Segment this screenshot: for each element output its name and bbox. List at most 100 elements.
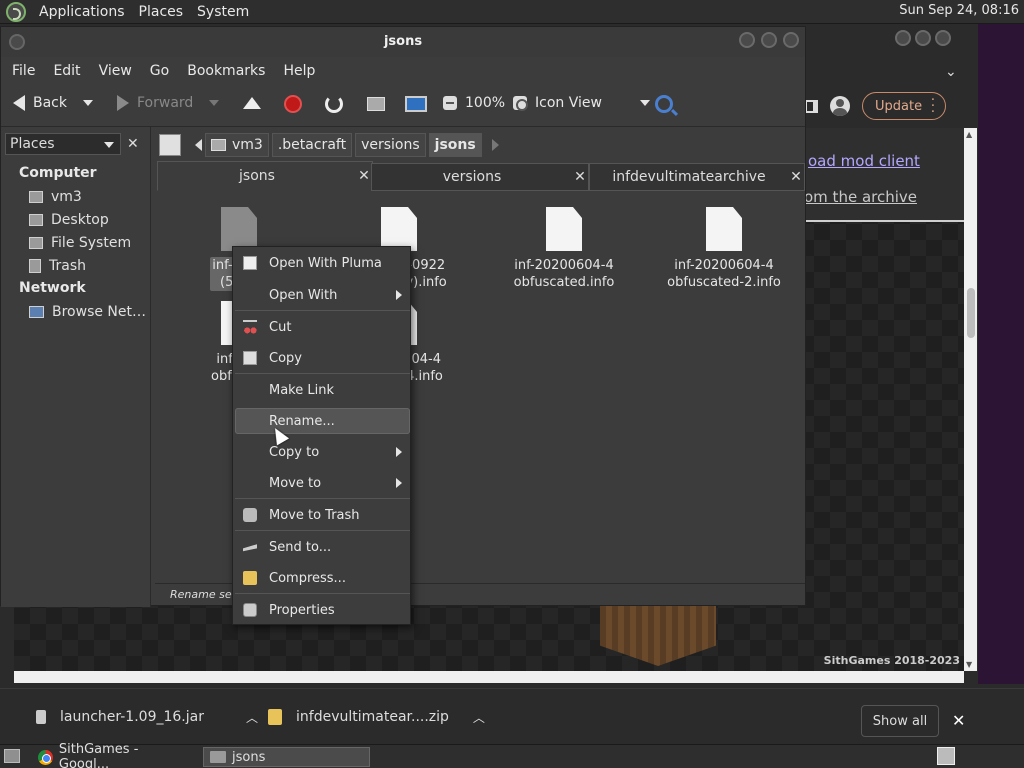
file-item[interactable]: inf-20200604-4 obfuscated.info xyxy=(494,207,634,291)
sidebar-item-label: Browse Net… xyxy=(52,304,147,320)
update-button[interactable]: Update · · · xyxy=(862,92,946,120)
close-icon[interactable]: ✕ xyxy=(572,169,588,185)
sidebar-item-label: File System xyxy=(51,235,132,251)
toolbar: Back Forward 100% Icon View xyxy=(1,85,805,127)
zoom-level: 100% xyxy=(465,95,506,111)
menu-item-make-link[interactable]: Make Link xyxy=(235,377,410,403)
sidebar: Places ✕ Computer vm3 Desktop File Syste… xyxy=(1,127,151,607)
chevron-up-icon[interactable]: ︿ xyxy=(246,709,258,726)
file-icon xyxy=(221,207,257,251)
view-mode-select[interactable]: Icon View xyxy=(535,95,650,111)
menu-item-label: Move to Trash xyxy=(269,507,360,523)
computer-button[interactable] xyxy=(405,96,427,112)
sidebar-item-trash[interactable]: Trash xyxy=(29,256,86,276)
close-button[interactable] xyxy=(783,32,799,48)
breadcrumb-left-arrow-icon[interactable] xyxy=(195,139,202,151)
menu-item-compress[interactable]: Compress... xyxy=(235,565,410,591)
back-button[interactable]: Back xyxy=(13,95,93,111)
side-panel-icon[interactable] xyxy=(805,99,818,113)
breadcrumb-vm3[interactable]: vm3 xyxy=(205,133,269,157)
close-icon[interactable]: ✕ xyxy=(788,169,804,185)
minimize-button[interactable] xyxy=(739,32,755,48)
zoom-out-icon[interactable] xyxy=(443,96,457,110)
close-icon[interactable]: ✕ xyxy=(127,136,139,152)
menu-places[interactable]: Places xyxy=(132,4,191,20)
chevron-up-icon[interactable]: ︿ xyxy=(473,709,485,726)
workspace-switcher-icon[interactable] xyxy=(937,747,955,765)
horizontal-scrollbar[interactable] xyxy=(14,671,964,683)
vertical-scrollbar[interactable]: ▲ ▼ xyxy=(964,128,977,671)
forward-history-dropdown-icon[interactable] xyxy=(209,100,220,106)
taskbar-item-file-manager[interactable]: jsons xyxy=(203,747,370,767)
sidebar-item-desktop[interactable]: Desktop xyxy=(29,210,109,230)
taskbar-item-browser[interactable]: SithGames - Googl... xyxy=(32,742,198,768)
menu-item-open-with-pluma[interactable]: Open With Pluma xyxy=(235,250,410,276)
menu-item-copy[interactable]: Copy xyxy=(235,345,410,371)
maximize-button[interactable] xyxy=(761,32,777,48)
sidebar-item-label: vm3 xyxy=(51,189,82,205)
zoom-controls: 100% xyxy=(443,95,529,111)
close-icon[interactable]: ✕ xyxy=(952,711,965,730)
close-icon[interactable]: ✕ xyxy=(356,168,372,184)
tab-versions[interactable]: versions ✕ xyxy=(371,163,589,191)
menu-system[interactable]: System xyxy=(190,4,256,20)
breadcrumb-right-arrow-icon[interactable] xyxy=(491,139,499,151)
menu-applications[interactable]: Applications xyxy=(32,4,132,20)
window-controls xyxy=(739,32,799,48)
download-item[interactable]: launcher-1.09_16.jar ︿ xyxy=(36,689,258,745)
search-button[interactable] xyxy=(655,95,673,113)
menu-item-send-to[interactable]: Send to... xyxy=(235,534,410,560)
menu-item-copy-to[interactable]: Copy to xyxy=(235,439,410,465)
menu-item-properties[interactable]: Properties xyxy=(235,597,410,623)
menu-go[interactable]: Go xyxy=(143,63,176,79)
menu-item-cut[interactable]: Cut xyxy=(235,314,410,340)
menu-view[interactable]: View xyxy=(92,63,139,79)
minimize-button[interactable] xyxy=(895,30,911,46)
show-desktop-icon[interactable] xyxy=(4,749,20,763)
sidebar-item-browse-network[interactable]: Browse Net… xyxy=(29,302,146,322)
tab-jsons[interactable]: jsons ✕ xyxy=(157,161,373,191)
back-history-dropdown-icon[interactable] xyxy=(83,100,93,106)
home-button[interactable] xyxy=(367,97,385,111)
menu-item-open-with[interactable]: Open With xyxy=(235,282,410,308)
profile-icon[interactable] xyxy=(830,96,850,116)
sidebar-item-file-system[interactable]: File System xyxy=(29,233,131,253)
menu-bookmarks[interactable]: Bookmarks xyxy=(180,63,272,79)
edit-location-icon[interactable] xyxy=(159,134,181,156)
download-mod-link[interactable]: oad mod client xyxy=(808,152,920,170)
menu-edit[interactable]: Edit xyxy=(46,63,87,79)
clock[interactable]: Sun Sep 24, 08:16 xyxy=(899,3,1019,18)
close-button[interactable] xyxy=(935,30,951,46)
sidebar-select[interactable]: Places xyxy=(5,133,121,155)
title-bar[interactable]: jsons xyxy=(1,27,805,57)
maximize-button[interactable] xyxy=(915,30,931,46)
sidebar-item-vm3[interactable]: vm3 xyxy=(29,187,82,207)
breadcrumb-jsons[interactable]: jsons xyxy=(428,133,482,157)
stop-button[interactable] xyxy=(284,95,302,113)
scroll-up-icon[interactable]: ▲ xyxy=(966,130,972,139)
zoom-in-icon[interactable] xyxy=(513,96,529,111)
forward-label: Forward xyxy=(137,95,194,111)
menu-item-move-to-trash[interactable]: Move to Trash xyxy=(235,502,410,528)
menu-file[interactable]: File xyxy=(5,63,42,79)
menu-help[interactable]: Help xyxy=(276,63,322,79)
up-button[interactable] xyxy=(243,97,261,109)
tab-infdevultimatearchive[interactable]: infdevultimatearchive ✕ xyxy=(589,163,805,191)
reload-button[interactable] xyxy=(325,95,343,113)
menu-item-move-to[interactable]: Move to xyxy=(235,470,410,496)
download-item[interactable]: infdevultimatear....zip ︿ xyxy=(268,689,485,745)
tab-bar: jsons ✕ versions ✕ infdevultimatearchive… xyxy=(155,161,805,191)
scrollbar-thumb[interactable] xyxy=(967,288,975,338)
scroll-down-icon[interactable]: ▼ xyxy=(966,660,972,669)
pluma-icon xyxy=(243,256,257,270)
breadcrumb-versions[interactable]: versions xyxy=(355,133,426,157)
submenu-arrow-icon xyxy=(396,290,402,300)
forward-button[interactable]: Forward xyxy=(117,95,220,111)
breadcrumb-betacraft[interactable]: .betacraft xyxy=(271,133,353,157)
chevron-down-icon[interactable]: ⌄ xyxy=(945,64,957,80)
show-all-button[interactable]: Show all xyxy=(861,705,939,737)
menu-item-rename[interactable]: Rename... xyxy=(235,408,410,434)
mate-logo-icon[interactable] xyxy=(6,1,26,22)
archive-link[interactable]: om the archive xyxy=(804,188,917,206)
file-item[interactable]: inf-20200604-4 obfuscated-2.info xyxy=(654,207,794,291)
